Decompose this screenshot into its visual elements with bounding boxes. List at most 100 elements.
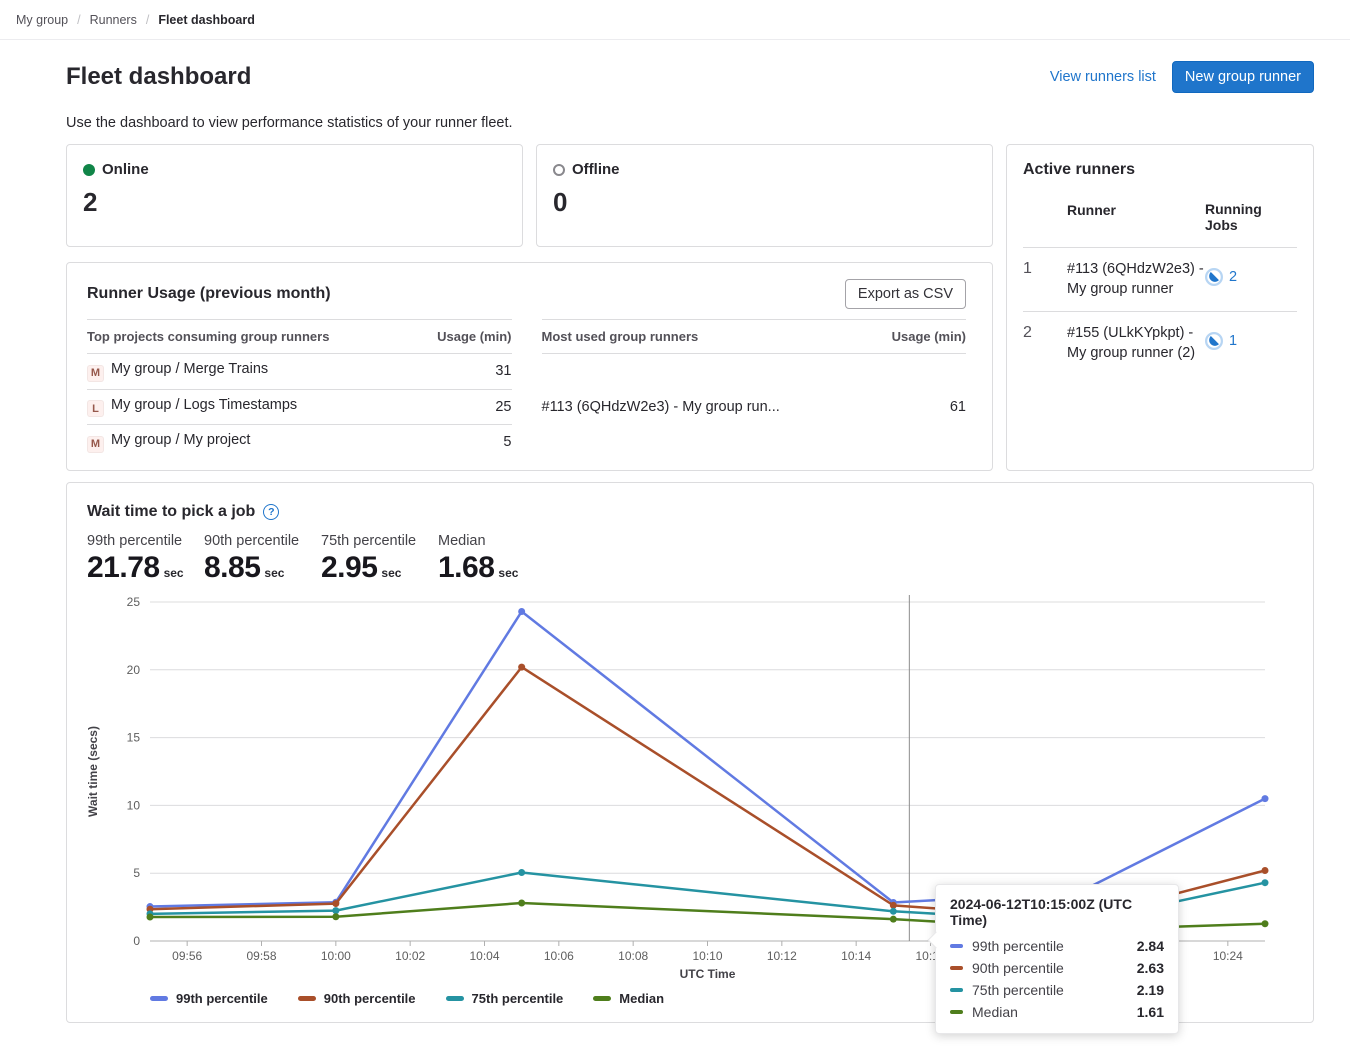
tooltip-series-value: 2.84 xyxy=(1137,938,1164,954)
tooltip-row: 99th percentile 2.84 xyxy=(950,935,1164,957)
y-axis-tick-label: 5 xyxy=(133,866,140,880)
breadcrumb-item-runners[interactable]: Runners xyxy=(90,13,137,27)
x-axis-tick-label: 10:06 xyxy=(544,949,574,963)
x-axis-tick-label: 10:10 xyxy=(692,949,722,963)
column-header-jobs: Running Jobs xyxy=(1205,193,1297,248)
help-icon[interactable]: ? xyxy=(263,504,279,520)
chart-data-point xyxy=(518,900,525,907)
stat-99th-percentile: 99th percentile 21.78sec xyxy=(87,533,186,585)
running-jobs-link[interactable]: 1 xyxy=(1205,332,1237,350)
series-marker xyxy=(950,966,963,970)
y-axis-tick-label: 10 xyxy=(127,798,141,812)
legend-item-90th[interactable]: 90th percentile xyxy=(298,991,416,1006)
status-cards-row: Online 2 Offline 0 xyxy=(66,144,993,247)
tooltip-row: 90th percentile 2.63 xyxy=(950,957,1164,979)
chart-data-point xyxy=(890,902,897,909)
x-axis-tick-label: 10:00 xyxy=(321,949,351,963)
y-axis-tick-label: 20 xyxy=(127,663,141,677)
project-link[interactable]: My group / Logs Timestamps xyxy=(111,397,297,413)
x-axis-tick-label: 10:02 xyxy=(395,949,425,963)
chart-tooltip: 2024-06-12T10:15:00Z (UTC Time) 99th per… xyxy=(935,884,1179,1034)
stat-label: 90th percentile xyxy=(204,533,303,549)
chart-data-point xyxy=(518,869,525,876)
table-row: M My group / My project 5 xyxy=(87,425,512,460)
tooltip-row: 75th percentile 2.19 xyxy=(950,979,1164,1001)
breadcrumb-item-my-group[interactable]: My group xyxy=(16,13,68,27)
offline-status-card: Offline 0 xyxy=(536,144,993,247)
chart-data-point xyxy=(890,916,897,923)
table-row: MMy group / Merge Trains 31 xyxy=(87,354,512,390)
stat-median: Median 1.68 sec xyxy=(438,533,537,585)
runner-usage-title: Runner Usage (previous month) xyxy=(87,285,331,303)
tooltip-series-value: 1.61 xyxy=(1137,1004,1164,1020)
online-label: Online xyxy=(102,161,149,178)
top-projects-table: Top projects consuming group runners Usa… xyxy=(87,319,512,460)
series-marker xyxy=(950,944,963,948)
column-header: Usage (min) xyxy=(865,320,966,354)
stat-unit: sec xyxy=(264,566,284,580)
y-axis-tick-label: 15 xyxy=(127,731,141,745)
page-description: Use the dashboard to view performance st… xyxy=(66,115,1314,131)
chart-data-point xyxy=(890,908,897,915)
stat-unit: sec xyxy=(498,566,518,580)
most-used-runners-table: Most used group runners Usage (min) #113… xyxy=(542,319,967,460)
stat-value: 21.78 xyxy=(87,551,160,584)
running-jobs-count: 1 xyxy=(1229,333,1237,349)
project-link[interactable]: My group / My project xyxy=(111,432,250,448)
runner-rank: 1 xyxy=(1023,248,1067,312)
running-jobs-link[interactable]: 2 xyxy=(1205,268,1237,286)
tooltip-series-name: 75th percentile xyxy=(972,982,1064,998)
runner-link[interactable]: #155 (ULkKYpkpt) - My group runner (2) xyxy=(1067,325,1195,361)
column-header: Most used group runners xyxy=(542,320,865,354)
chart-data-point xyxy=(518,608,525,615)
runner-link[interactable]: #113 (6QHdzW2e3) - My group run... xyxy=(542,399,780,415)
chart-data-point xyxy=(1262,795,1269,802)
active-runners-title: Active runners xyxy=(1023,161,1297,179)
online-count: 2 xyxy=(83,187,506,218)
wait-time-line-chart[interactable]: 051015202509:5609:5810:0010:0210:0410:06… xyxy=(87,589,1293,989)
y-axis-title: Wait time (secs) xyxy=(87,726,100,817)
series-marker xyxy=(950,1010,963,1014)
legend-item-75th[interactable]: 75th percentile xyxy=(446,991,564,1006)
y-axis-tick-label: 25 xyxy=(127,595,141,609)
x-axis-tick-label: 10:14 xyxy=(841,949,871,963)
chart-data-point xyxy=(518,664,525,671)
breadcrumb-separator: / xyxy=(146,13,149,27)
status-running-icon xyxy=(1205,268,1223,286)
project-avatar: M xyxy=(87,436,104,453)
column-header-runner: Runner xyxy=(1067,193,1205,248)
project-link[interactable]: My group / Merge Trains xyxy=(111,361,268,377)
view-runners-list-link[interactable]: View runners list xyxy=(1050,69,1156,85)
series-marker xyxy=(950,988,963,992)
x-axis-tick-label: 10:24 xyxy=(1213,949,1243,963)
new-group-runner-button[interactable]: New group runner xyxy=(1172,61,1314,93)
runner-link[interactable]: #113 (6QHdzW2e3) - My group runner xyxy=(1067,261,1204,297)
x-axis-tick-label: 09:58 xyxy=(246,949,276,963)
export-csv-button[interactable]: Export as CSV xyxy=(845,279,966,309)
tooltip-row: Median 1.61 xyxy=(950,1001,1164,1023)
breadcrumb-separator: / xyxy=(77,13,80,27)
page-title: Fleet dashboard xyxy=(66,63,251,91)
stat-label: Median xyxy=(438,533,537,549)
legend-label: 90th percentile xyxy=(324,991,416,1006)
chart-data-point xyxy=(1262,879,1269,886)
usage-minutes: 5 xyxy=(412,425,512,460)
status-running-icon xyxy=(1205,332,1223,350)
usage-minutes: 61 xyxy=(865,354,966,460)
legend-item-99th[interactable]: 99th percentile xyxy=(150,991,268,1006)
table-row: LMy group / Logs Timestamps 25 xyxy=(87,389,512,425)
project-avatar: M xyxy=(87,365,104,382)
chart-data-point xyxy=(332,907,339,914)
legend-item-median[interactable]: Median xyxy=(593,991,664,1006)
stat-value: 2.95 xyxy=(321,551,377,584)
column-header: Top projects consuming group runners xyxy=(87,320,412,354)
stat-unit: sec xyxy=(164,566,184,580)
column-header: Usage (min) xyxy=(412,320,512,354)
chart-series-line xyxy=(150,611,1265,906)
stat-value: 1.68 xyxy=(438,551,494,584)
legend-marker xyxy=(593,996,611,1001)
tooltip-title: 2024-06-12T10:15:00Z (UTC Time) xyxy=(950,896,1164,928)
x-axis-tick-label: 10:08 xyxy=(618,949,648,963)
runner-rank: 2 xyxy=(1023,312,1067,376)
tooltip-series-value: 2.63 xyxy=(1137,960,1164,976)
